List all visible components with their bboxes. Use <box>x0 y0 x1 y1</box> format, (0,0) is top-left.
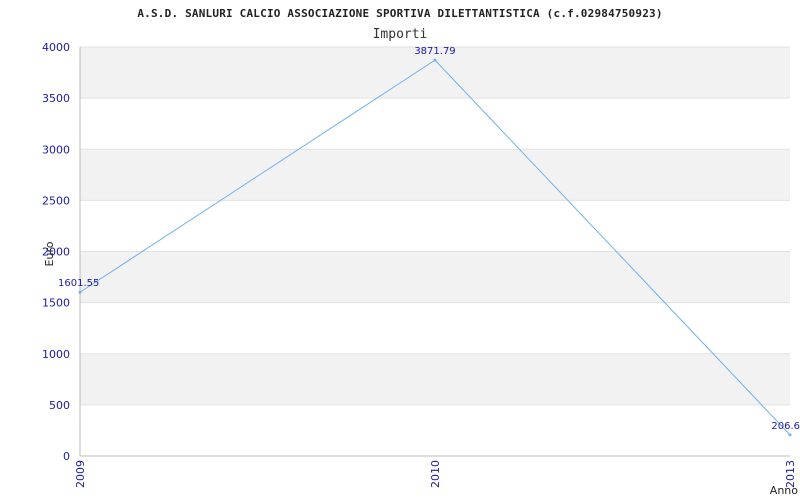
y-tick-label: 3500 <box>42 92 70 105</box>
grid-band <box>80 251 790 303</box>
data-label: 3871.79 <box>414 46 455 57</box>
grid-band <box>80 353 790 405</box>
data-point <box>78 290 82 294</box>
data-point <box>433 58 437 62</box>
y-tick-label: 2500 <box>42 194 70 207</box>
data-point <box>788 433 792 437</box>
x-tick-label: 2010 <box>429 460 442 488</box>
line-chart: 05001000150020002500300035004000 2009 201… <box>42 7 800 497</box>
y-tick-label: 4000 <box>42 41 70 54</box>
grid-band <box>80 149 790 201</box>
y-tick-label: 3000 <box>42 143 70 156</box>
data-label: 1601.55 <box>58 278 99 289</box>
x-axis-label: Anno <box>770 484 798 497</box>
data-label: 206.6 <box>771 421 800 432</box>
x-tick-label: 2009 <box>74 460 87 488</box>
y-tick-label: 1500 <box>42 297 70 310</box>
y-tick-label: 0 <box>63 450 70 463</box>
y-tick-label: 500 <box>49 399 70 412</box>
chart-subtitle: Importi <box>373 27 428 42</box>
y-axis-label: Euro <box>43 241 56 266</box>
x-tick-labels: 2009 2010 2013 <box>74 460 797 488</box>
y-tick-label: 1000 <box>42 348 70 361</box>
chart-title: A.S.D. SANLURI CALCIO ASSOCIAZIONE SPORT… <box>137 7 662 20</box>
plot-background-bands <box>80 47 790 405</box>
